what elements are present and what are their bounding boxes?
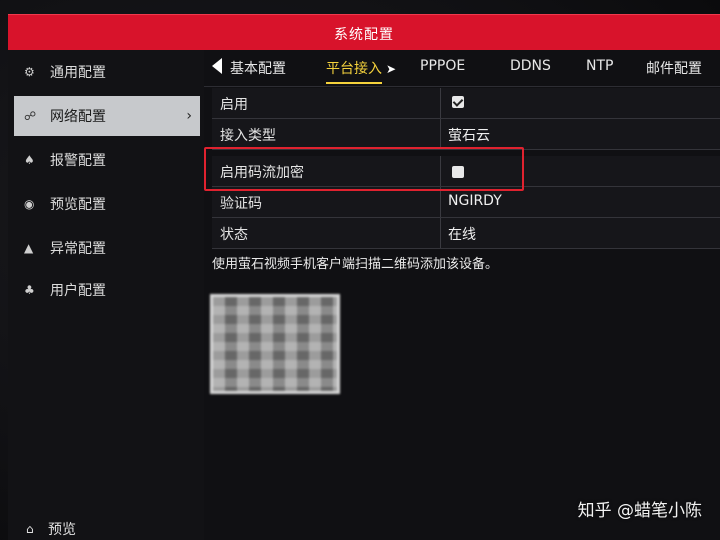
sidebar-item-label: 网络配置 <box>50 109 106 125</box>
home-icon: ⌂ <box>26 522 34 536</box>
verification-code-value[interactable]: NGIRDY <box>448 193 502 209</box>
tab-ddns[interactable]: DDNS <box>510 58 551 74</box>
eye-icon: ◉ <box>24 197 35 211</box>
title-bar: 系统配置 <box>8 14 720 51</box>
tab-ntp[interactable]: NTP <box>586 58 613 74</box>
row-enable: 启用 <box>212 88 720 119</box>
gear-icon: ⚙ <box>24 65 35 79</box>
bottom-preview-label: 预览 <box>48 522 76 538</box>
active-tab-underline <box>326 82 382 84</box>
tab-bar: 基本配置 平台接入 ➤ PPPOE DDNS NTP 邮件配置 <box>204 50 720 87</box>
watermark-text: 知乎 @蜡笔小陈 <box>577 501 702 521</box>
row-divider <box>440 119 441 149</box>
tab-platform-access[interactable]: 平台接入 <box>326 58 382 84</box>
tab-pppoe[interactable]: PPPOE <box>420 58 465 74</box>
row-status: 状态 在线 <box>212 218 720 249</box>
enable-checkbox[interactable] <box>452 96 464 108</box>
sidebar-item-preview[interactable]: ◉ 预览配置 <box>14 184 200 224</box>
sidebar-item-label: 预览配置 <box>50 197 106 213</box>
row-label: 验证码 <box>220 196 262 212</box>
access-type-value[interactable]: 萤石云 <box>448 125 490 145</box>
row-verification-code: 验证码 NGIRDY <box>212 187 720 218</box>
qr-code-image <box>210 294 340 394</box>
tab-basic[interactable]: 基本配置 <box>230 58 286 78</box>
warning-icon: ▲ <box>24 241 34 255</box>
highlight-box <box>204 147 524 191</box>
sidebar-item-label: 异常配置 <box>50 241 106 257</box>
sidebar-item-alarm[interactable]: ♠ 报警配置 <box>14 140 200 180</box>
row-label: 启用 <box>220 97 248 113</box>
chevron-right-icon: › <box>186 108 192 124</box>
sidebar: ⚙ 通用配置 ☍ 网络配置 › ♠ 报警配置 ◉ 预览配置 ▲ 异常配置 ♣ 用… <box>8 50 205 540</box>
sidebar-item-users[interactable]: ♣ 用户配置 <box>14 270 200 310</box>
window-title: 系统配置 <box>334 27 394 43</box>
row-divider <box>440 88 441 118</box>
sidebar-item-label: 报警配置 <box>50 153 106 169</box>
sidebar-item-general[interactable]: ⚙ 通用配置 <box>14 52 200 92</box>
sidebar-item-label: 通用配置 <box>50 65 106 81</box>
row-label: 接入类型 <box>220 128 276 144</box>
back-arrow-icon[interactable] <box>212 58 222 74</box>
monitor-screen: 系统配置 ⚙ 通用配置 ☍ 网络配置 › ♠ 报警配置 ◉ 预览配置 ▲ 异常配… <box>0 0 720 540</box>
tab-label: 平台接入 <box>326 61 382 77</box>
row-divider <box>440 218 441 248</box>
row-access-type: 接入类型 萤石云 <box>212 119 720 150</box>
row-label: 状态 <box>220 227 248 243</box>
alarm-bell-icon: ♠ <box>24 153 35 167</box>
row-divider <box>440 187 441 217</box>
sidebar-item-network[interactable]: ☍ 网络配置 › <box>14 96 200 136</box>
bottom-preview-button[interactable]: ⌂ 预览 <box>8 518 204 540</box>
network-icon: ☍ <box>24 109 37 123</box>
users-icon: ♣ <box>24 283 35 297</box>
mouse-cursor-icon: ➤ <box>386 62 397 76</box>
tab-email[interactable]: 邮件配置 <box>646 58 702 78</box>
sidebar-item-label: 用户配置 <box>50 283 106 299</box>
status-value: 在线 <box>448 227 476 243</box>
sidebar-item-exception[interactable]: ▲ 异常配置 <box>14 228 200 268</box>
qr-instruction-text: 使用萤石视频手机客户端扫描二维码添加该设备。 <box>212 257 499 272</box>
